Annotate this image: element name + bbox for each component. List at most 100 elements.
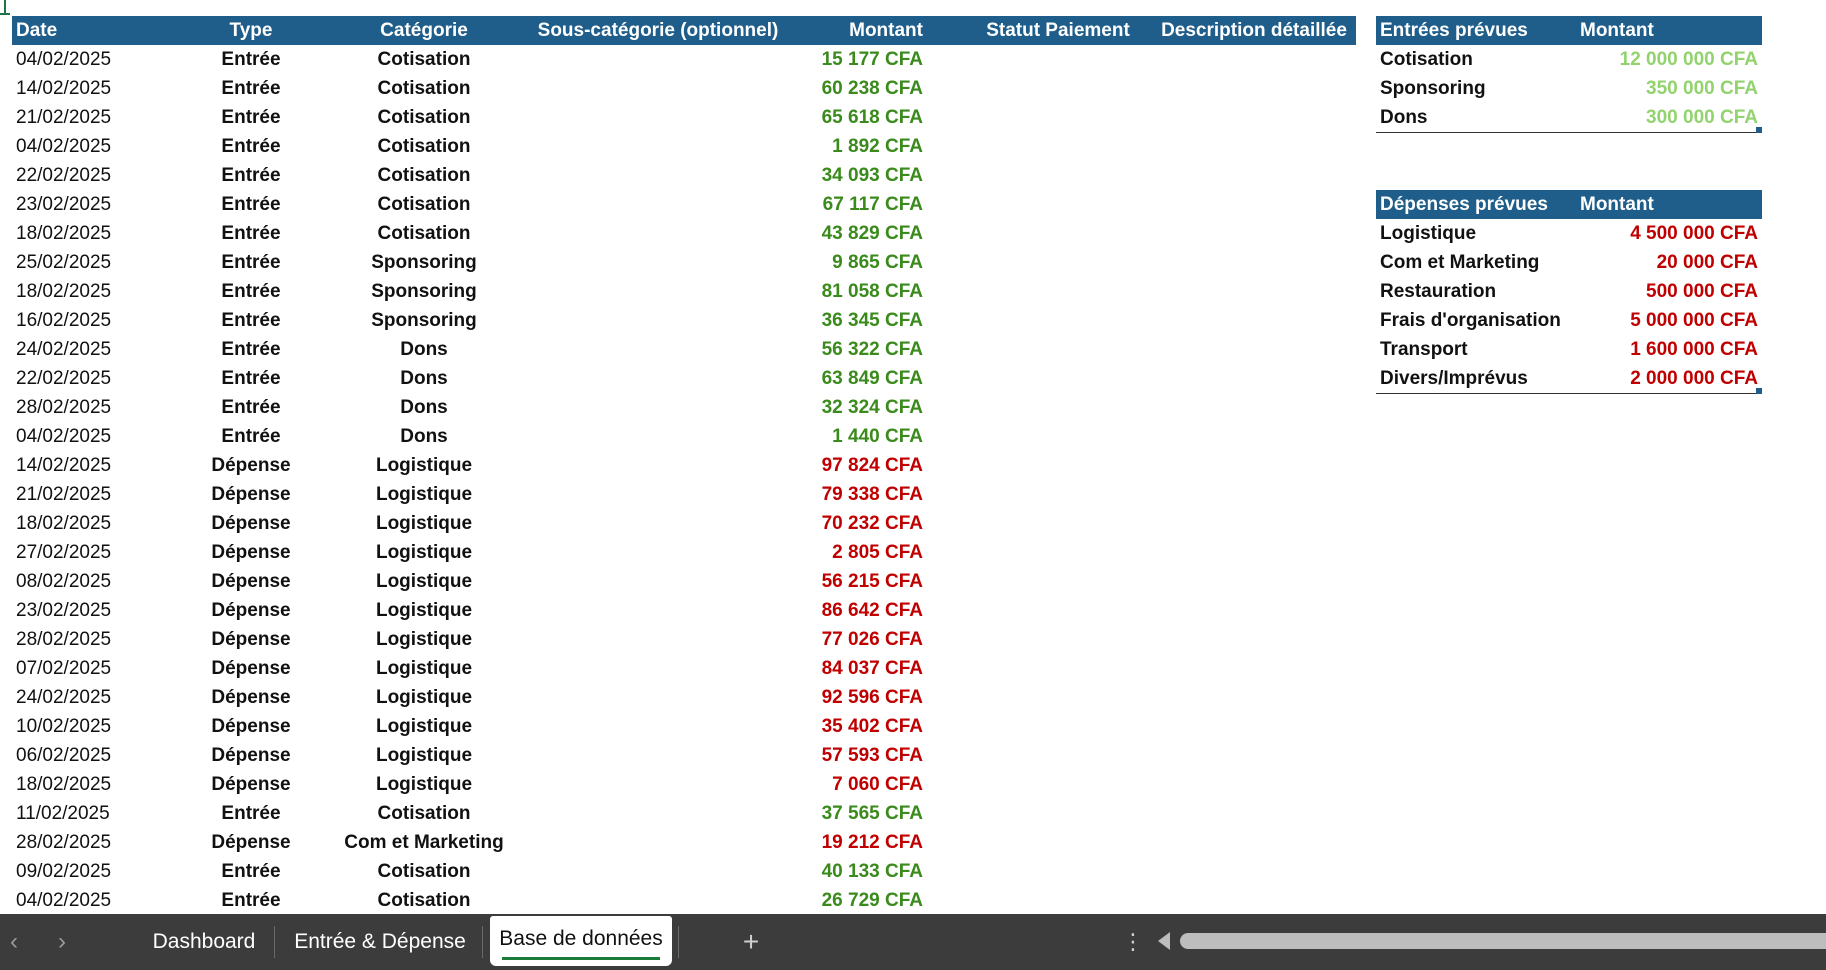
amount-cell[interactable]: 26 729 CFA	[798, 886, 923, 914]
label-cell[interactable]: Transport	[1380, 335, 1576, 364]
plus-icon[interactable]: +	[736, 914, 766, 970]
category-cell[interactable]: Logistique	[334, 770, 514, 799]
date-cell[interactable]: 28/02/2025	[16, 625, 166, 654]
date-cell[interactable]: 28/02/2025	[16, 393, 166, 422]
amount-cell[interactable]: 12 000 000 CFA	[1576, 45, 1758, 74]
amount-cell[interactable]: 56 215 CFA	[798, 567, 923, 596]
category-cell[interactable]: Logistique	[334, 596, 514, 625]
type-cell[interactable]: Entrée	[172, 799, 330, 828]
amount-cell[interactable]: 77 026 CFA	[798, 625, 923, 654]
amount-cell[interactable]: 37 565 CFA	[798, 799, 923, 828]
amount-cell[interactable]: 20 000 CFA	[1576, 248, 1758, 277]
category-cell[interactable]: Sponsoring	[334, 277, 514, 306]
date-cell[interactable]: 14/02/2025	[16, 74, 166, 103]
type-cell[interactable]: Entrée	[172, 335, 330, 364]
type-cell[interactable]: Dépense	[172, 509, 330, 538]
amount-cell[interactable]: 35 402 CFA	[798, 712, 923, 741]
amount-cell[interactable]: 57 593 CFA	[798, 741, 923, 770]
header-subcategory[interactable]: Sous-catégorie (optionnel)	[517, 16, 799, 45]
date-cell[interactable]: 18/02/2025	[16, 770, 166, 799]
label-cell[interactable]: Dons	[1380, 103, 1576, 132]
type-cell[interactable]: Entrée	[172, 277, 330, 306]
date-cell[interactable]: 04/02/2025	[16, 132, 166, 161]
label-cell[interactable]: Cotisation	[1380, 45, 1576, 74]
type-cell[interactable]: Entrée	[172, 364, 330, 393]
type-cell[interactable]: Dépense	[172, 480, 330, 509]
type-cell[interactable]: Entrée	[172, 393, 330, 422]
type-cell[interactable]: Entrée	[172, 132, 330, 161]
header-payment-status[interactable]: Statut Paiement	[953, 16, 1163, 45]
chevron-left-icon[interactable]: ‹	[0, 914, 28, 970]
type-cell[interactable]: Entrée	[172, 190, 330, 219]
type-cell[interactable]: Dépense	[172, 625, 330, 654]
category-cell[interactable]: Cotisation	[334, 132, 514, 161]
amount-cell[interactable]: 92 596 CFA	[798, 683, 923, 712]
amount-cell[interactable]: 2 000 000 CFA	[1576, 364, 1758, 393]
date-cell[interactable]: 18/02/2025	[16, 219, 166, 248]
header-type[interactable]: Type	[172, 16, 330, 45]
date-cell[interactable]: 24/02/2025	[16, 335, 166, 364]
date-cell[interactable]: 06/02/2025	[16, 741, 166, 770]
date-cell[interactable]: 08/02/2025	[16, 567, 166, 596]
table-resize-handle-icon[interactable]	[1756, 127, 1762, 133]
date-cell[interactable]: 04/02/2025	[16, 422, 166, 451]
date-cell[interactable]: 04/02/2025	[16, 886, 166, 914]
category-cell[interactable]: Sponsoring	[334, 306, 514, 335]
header-description[interactable]: Description détaillée	[1152, 16, 1356, 45]
amount-cell[interactable]: 63 849 CFA	[798, 364, 923, 393]
date-cell[interactable]: 18/02/2025	[16, 509, 166, 538]
type-cell[interactable]: Dépense	[172, 596, 330, 625]
category-cell[interactable]: Cotisation	[334, 886, 514, 914]
category-cell[interactable]: Logistique	[334, 480, 514, 509]
amount-cell[interactable]: 36 345 CFA	[798, 306, 923, 335]
amount-cell[interactable]: 350 000 CFA	[1576, 74, 1758, 103]
category-cell[interactable]: Logistique	[334, 451, 514, 480]
type-cell[interactable]: Entrée	[172, 161, 330, 190]
date-cell[interactable]: 07/02/2025	[16, 654, 166, 683]
category-cell[interactable]: Logistique	[334, 712, 514, 741]
date-cell[interactable]: 21/02/2025	[16, 103, 166, 132]
amount-cell[interactable]: 1 600 000 CFA	[1576, 335, 1758, 364]
category-cell[interactable]: Cotisation	[334, 45, 514, 74]
category-cell[interactable]: Cotisation	[334, 74, 514, 103]
type-cell[interactable]: Entrée	[172, 248, 330, 277]
amount-cell[interactable]: 1 892 CFA	[798, 132, 923, 161]
planned-income-header-amount[interactable]: Montant	[1580, 16, 1760, 45]
header-date[interactable]: Date	[16, 16, 166, 45]
category-cell[interactable]: Dons	[334, 422, 514, 451]
date-cell[interactable]: 16/02/2025	[16, 306, 166, 335]
amount-cell[interactable]: 79 338 CFA	[798, 480, 923, 509]
category-cell[interactable]: Cotisation	[334, 161, 514, 190]
type-cell[interactable]: Dépense	[172, 770, 330, 799]
category-cell[interactable]: Logistique	[334, 625, 514, 654]
more-vertical-icon[interactable]: ⋮	[1122, 914, 1144, 970]
label-cell[interactable]: Frais d'organisation	[1380, 306, 1576, 335]
label-cell[interactable]: Com et Marketing	[1380, 248, 1576, 277]
amount-cell[interactable]: 32 324 CFA	[798, 393, 923, 422]
tab-base-de-donnees[interactable]: Base de données	[490, 916, 672, 966]
category-cell[interactable]: Logistique	[334, 683, 514, 712]
amount-cell[interactable]: 7 060 CFA	[798, 770, 923, 799]
amount-cell[interactable]: 19 212 CFA	[798, 828, 923, 857]
type-cell[interactable]: Entrée	[172, 45, 330, 74]
category-cell[interactable]: Logistique	[334, 509, 514, 538]
amount-cell[interactable]: 500 000 CFA	[1576, 277, 1758, 306]
date-cell[interactable]: 10/02/2025	[16, 712, 166, 741]
planned-income-header-label[interactable]: Entrées prévues	[1380, 16, 1576, 45]
date-cell[interactable]: 24/02/2025	[16, 683, 166, 712]
amount-cell[interactable]: 300 000 CFA	[1576, 103, 1758, 132]
horizontal-scrollbar[interactable]	[1180, 933, 1826, 949]
date-cell[interactable]: 25/02/2025	[16, 248, 166, 277]
category-cell[interactable]: Logistique	[334, 538, 514, 567]
category-cell[interactable]: Dons	[334, 393, 514, 422]
amount-cell[interactable]: 4 500 000 CFA	[1576, 219, 1758, 248]
planned-expenses-header-label[interactable]: Dépenses prévues	[1380, 190, 1576, 219]
tab-dashboard[interactable]: Dashboard	[136, 914, 272, 970]
date-cell[interactable]: 11/02/2025	[16, 799, 166, 828]
amount-cell[interactable]: 56 322 CFA	[798, 335, 923, 364]
type-cell[interactable]: Dépense	[172, 828, 330, 857]
date-cell[interactable]: 04/02/2025	[16, 45, 166, 74]
date-cell[interactable]: 18/02/2025	[16, 277, 166, 306]
amount-cell[interactable]: 40 133 CFA	[798, 857, 923, 886]
category-cell[interactable]: Cotisation	[334, 857, 514, 886]
